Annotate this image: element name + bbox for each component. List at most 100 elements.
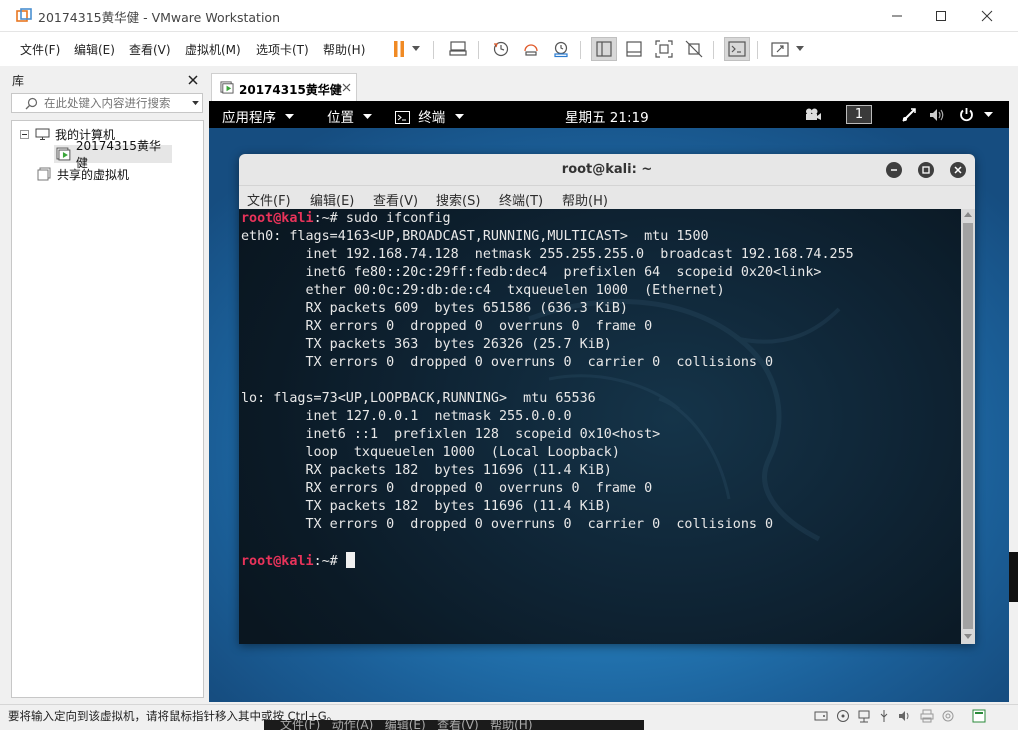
network-adapter-icon[interactable] bbox=[857, 709, 871, 723]
close-icon bbox=[188, 75, 198, 85]
library-view-icon bbox=[596, 41, 612, 57]
video-camera-icon[interactable] bbox=[805, 108, 822, 121]
applications-menu[interactable]: 应用程序 bbox=[222, 106, 295, 126]
terminal-minimize-button[interactable] bbox=[886, 162, 902, 178]
sound-icon[interactable] bbox=[898, 709, 912, 723]
power-icon[interactable] bbox=[959, 107, 974, 122]
fullscreen-button[interactable] bbox=[651, 37, 677, 61]
close-button[interactable] bbox=[964, 0, 1010, 32]
fullscreen-icon bbox=[655, 40, 673, 58]
power-dropdown[interactable] bbox=[408, 37, 424, 61]
revert-snapshot-button[interactable] bbox=[518, 37, 544, 61]
menu-view[interactable]: 查看(V) bbox=[129, 41, 171, 58]
terminal-output-line: TX packets 363 bytes 26326 (25.7 KiB) bbox=[241, 337, 612, 352]
unity-icon bbox=[685, 40, 703, 58]
snapshot-manager-button[interactable] bbox=[548, 37, 574, 61]
library-title: 库 bbox=[12, 74, 25, 88]
prompt-user: root@kali bbox=[241, 554, 314, 569]
printer-icon[interactable] bbox=[920, 709, 934, 723]
window-title: 20174315黄华健 - VMware Workstation bbox=[38, 10, 280, 25]
gnome-top-bar: 应用程序 位置 终端 星期五 21:19 1 bbox=[209, 101, 1009, 128]
library-pane: 库 我的计算机 20174315黄华健 共享的虚拟机 bbox=[0, 68, 208, 704]
tab-close-button[interactable] bbox=[342, 79, 351, 96]
vm-running-icon bbox=[56, 147, 71, 161]
terminal-menu-edit[interactable]: 编辑(E) bbox=[310, 190, 354, 209]
terminal-scroll-thumb[interactable] bbox=[963, 223, 973, 629]
thumbnail-view-button[interactable] bbox=[621, 37, 647, 61]
terminal-title: root@kali: ~ bbox=[561, 162, 653, 177]
terminal-label: 终端 bbox=[418, 110, 446, 126]
maximize-button[interactable] bbox=[918, 0, 964, 32]
title-bar: 20174315黄华健 - VMware Workstation bbox=[0, 0, 1018, 32]
background-window-menubar: 文件(F) 动作(A) 编辑(E) 查看(V) 帮助(H) bbox=[264, 720, 644, 730]
chevron-down-icon[interactable] bbox=[192, 101, 199, 106]
terminal-maximize-button[interactable] bbox=[918, 162, 934, 178]
terminal-icon bbox=[395, 111, 410, 124]
console-view-button[interactable] bbox=[724, 37, 750, 61]
terminal-menu-terminal[interactable]: 终端(T) bbox=[499, 190, 543, 209]
pause-icon bbox=[394, 41, 404, 57]
terminal-scrollbar[interactable] bbox=[961, 209, 975, 644]
terminal-app-menu[interactable]: 终端 bbox=[395, 106, 464, 126]
collapse-icon[interactable] bbox=[20, 129, 29, 139]
tab-vm[interactable]: 20174315黄华健 bbox=[211, 73, 357, 101]
terminal-menu-view[interactable]: 查看(V) bbox=[373, 190, 418, 209]
tree-item-label: 共享的虚拟机 bbox=[57, 167, 130, 182]
display-icon[interactable] bbox=[941, 709, 955, 723]
menu-vm[interactable]: 虚拟机(M) bbox=[185, 41, 241, 58]
console-view-icon bbox=[728, 41, 746, 57]
stretch-dropdown[interactable] bbox=[792, 37, 808, 61]
workspace-indicator[interactable]: 1 bbox=[846, 105, 872, 124]
menu-tabs[interactable]: 选项卡(T) bbox=[256, 41, 309, 58]
hard-disk-icon[interactable] bbox=[814, 709, 828, 723]
volume-icon[interactable] bbox=[929, 108, 946, 122]
terminal-menu-file[interactable]: 文件(F) bbox=[247, 190, 291, 209]
menu-edit[interactable]: 编辑(E) bbox=[74, 41, 115, 58]
scroll-up-icon[interactable] bbox=[964, 212, 972, 218]
terminal-menu-search[interactable]: 搜索(S) bbox=[436, 190, 480, 209]
clock[interactable]: 星期五 21:19 bbox=[565, 106, 649, 126]
places-menu[interactable]: 位置 bbox=[327, 106, 373, 126]
terminal-output[interactable]: root@kali:~# sudo ifconfig eth0: flags=41… bbox=[239, 209, 961, 644]
scroll-down-icon[interactable] bbox=[964, 634, 972, 640]
prompt-path: :~# bbox=[313, 554, 346, 569]
terminal-output-line: TX packets 182 bytes 11696 (11.4 KiB) bbox=[241, 499, 612, 514]
library-view-button[interactable] bbox=[591, 37, 617, 61]
shared-vms-icon bbox=[37, 167, 51, 181]
close-icon bbox=[342, 83, 351, 92]
terminal-output-line: TX errors 0 dropped 0 overruns 0 carrier… bbox=[241, 355, 774, 370]
minimize-button[interactable] bbox=[874, 0, 920, 32]
stretch-button[interactable] bbox=[767, 37, 793, 61]
terminal-command: sudo ifconfig bbox=[345, 211, 451, 226]
chevron-down-icon bbox=[412, 46, 420, 51]
tree-item-vm[interactable]: 20174315黄华健 bbox=[54, 139, 172, 170]
chevron-down-icon[interactable] bbox=[984, 112, 993, 118]
vm-display[interactable]: 应用程序 位置 终端 星期五 21:19 1 root@kali: ~ 文件(F… bbox=[209, 101, 1009, 702]
unity-button[interactable] bbox=[681, 37, 707, 61]
tab-label: 20174315黄华健 bbox=[239, 83, 342, 97]
terminal-prompt-line: root@kali:~# bbox=[241, 552, 355, 570]
message-log-icon[interactable] bbox=[972, 709, 986, 723]
terminal-output-line: inet6 fe80::20c:29ff:fedb:dec4 prefixlen… bbox=[241, 265, 822, 280]
menu-file[interactable]: 文件(F) bbox=[20, 41, 60, 58]
menu-help[interactable]: 帮助(H) bbox=[323, 41, 365, 58]
usb-icon[interactable] bbox=[877, 709, 891, 723]
library-search-input[interactable] bbox=[44, 94, 184, 112]
minimize-icon bbox=[891, 169, 897, 171]
computer-icon bbox=[35, 128, 50, 140]
terminal-output-line: RX packets 609 bytes 651586 (636.3 KiB) bbox=[241, 301, 628, 316]
terminal-output-line: RX errors 0 dropped 0 overruns 0 frame 0 bbox=[241, 319, 653, 334]
send-ctrl-alt-del-button[interactable] bbox=[445, 37, 471, 61]
network-icon[interactable] bbox=[901, 107, 917, 123]
terminal-output-line: ether 00:0c:29:db:de:c4 txqueuelen 1000 … bbox=[241, 283, 725, 298]
terminal-output-line: RX errors 0 dropped 0 overruns 0 frame 0 bbox=[241, 481, 653, 496]
library-close-button[interactable] bbox=[188, 70, 198, 89]
terminal-output-line: eth0: flags=4163<UP,BROADCAST,RUNNING,MU… bbox=[241, 229, 709, 244]
terminal-close-button[interactable] bbox=[950, 162, 966, 178]
chevron-down-icon bbox=[454, 114, 464, 119]
tree-item-shared-vms[interactable]: 共享的虚拟机 bbox=[37, 165, 129, 183]
terminal-menu-help[interactable]: 帮助(H) bbox=[562, 190, 608, 209]
cd-dvd-icon[interactable] bbox=[836, 709, 850, 723]
take-snapshot-button[interactable] bbox=[488, 37, 514, 61]
snapshot-manager-icon bbox=[554, 41, 568, 58]
